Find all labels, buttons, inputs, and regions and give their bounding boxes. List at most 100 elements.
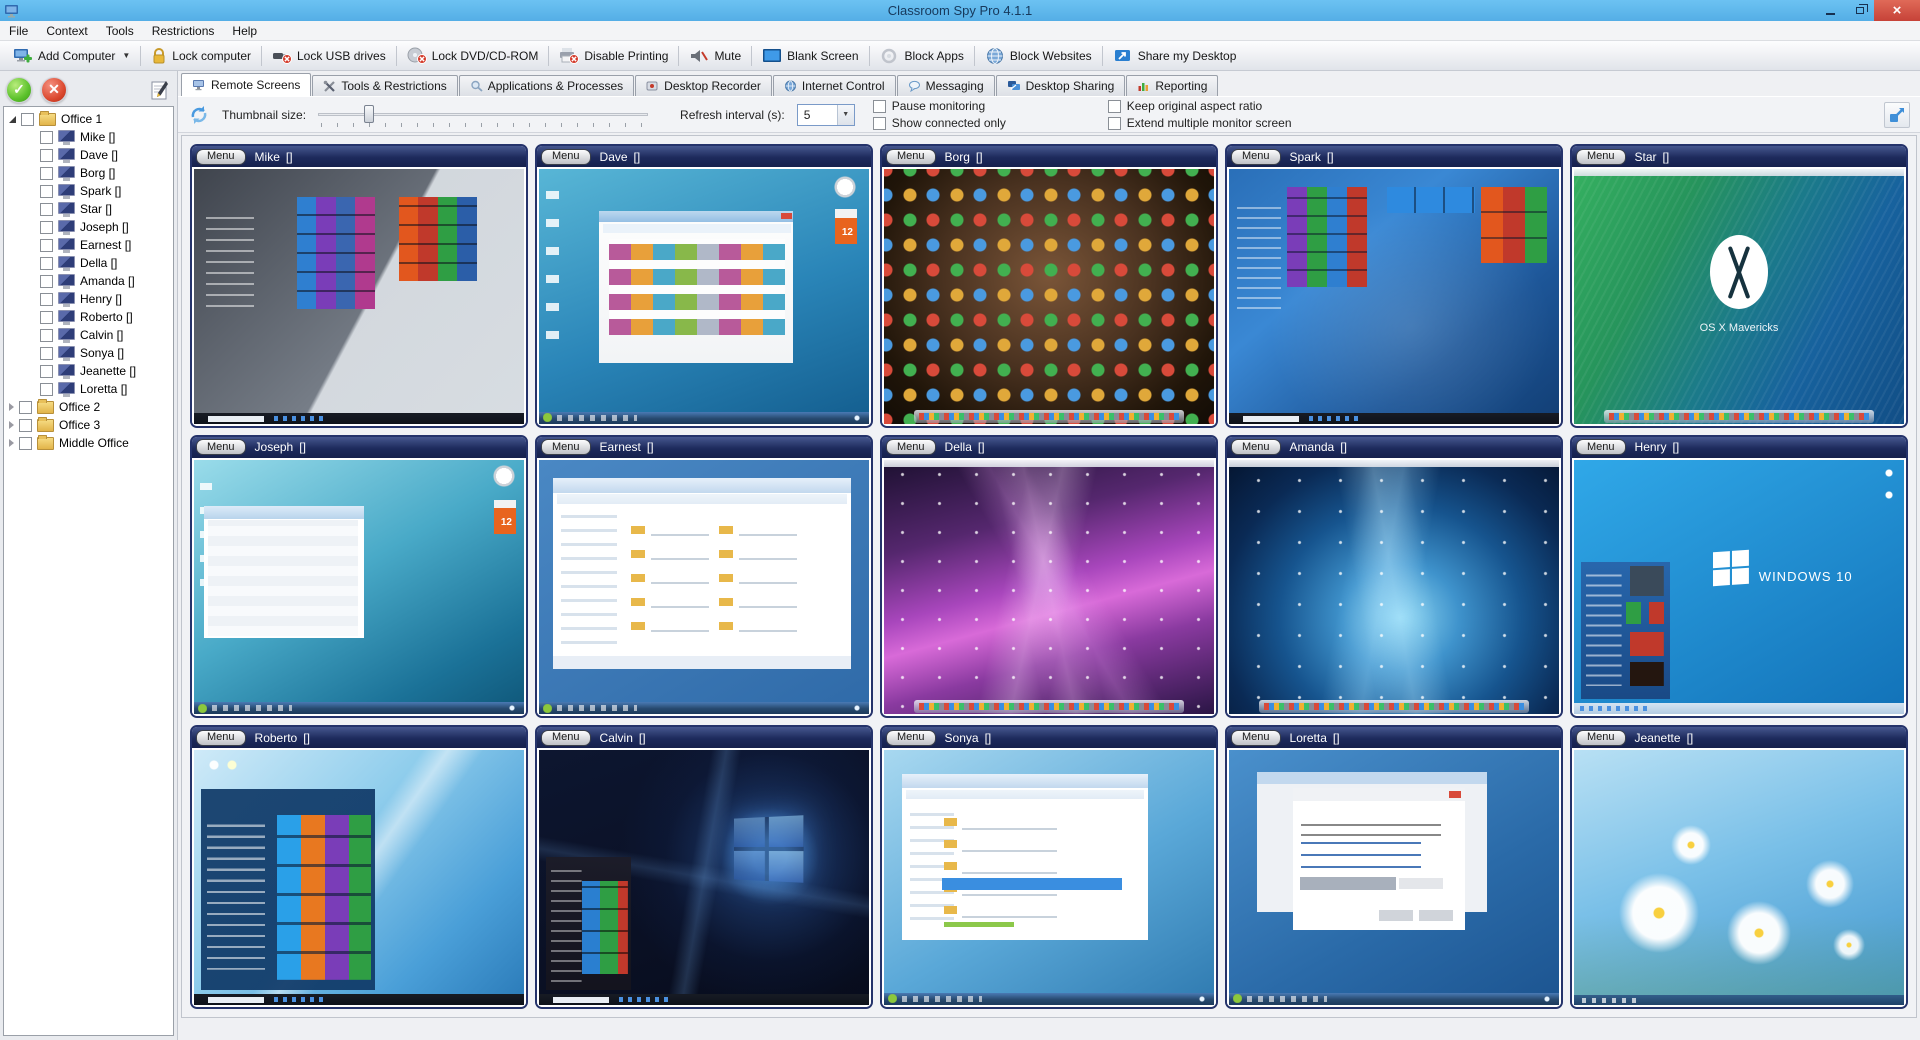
add-computer-button[interactable]: Add Computer ▼ xyxy=(4,43,139,69)
disconnect-button[interactable]: ✕ xyxy=(41,77,67,103)
menu-button[interactable]: Menu xyxy=(1231,730,1281,746)
tree-checkbox[interactable] xyxy=(40,167,53,180)
pause-monitoring-option[interactable]: Pause monitoring xyxy=(873,99,1088,113)
tree-checkbox[interactable] xyxy=(19,419,32,432)
menu-restrictions[interactable]: Restrictions xyxy=(143,21,224,40)
tree-group-office2[interactable]: Office 2 xyxy=(4,398,173,416)
edit-list-button[interactable] xyxy=(149,78,171,102)
menu-button[interactable]: Menu xyxy=(1576,149,1626,165)
restore-button[interactable] xyxy=(1845,0,1874,21)
tab-tools-restrictions[interactable]: Tools & Restrictions xyxy=(312,75,457,96)
dave-desktop-thumbnail[interactable]: 12 xyxy=(539,169,869,424)
amanda-desktop-thumbnail[interactable] xyxy=(1229,460,1559,715)
menu-button[interactable]: Menu xyxy=(886,439,936,455)
keep-aspect-ratio-option[interactable]: Keep original aspect ratio xyxy=(1108,99,1292,113)
tree-item-mike[interactable]: Mike [] xyxy=(4,128,173,146)
refresh-interval-select[interactable]: 5 ▼ xyxy=(797,104,855,126)
roberto-desktop-thumbnail[interactable] xyxy=(194,750,524,1005)
tree-checkbox[interactable] xyxy=(19,401,32,414)
tab-desktop-recorder[interactable]: Desktop Recorder xyxy=(635,75,772,96)
tree-checkbox[interactable] xyxy=(40,293,53,306)
calvin-desktop-thumbnail[interactable] xyxy=(539,750,869,1005)
tree-checkbox[interactable] xyxy=(40,203,53,216)
tree-checkbox[interactable] xyxy=(40,329,53,342)
tree-group-middle-office[interactable]: Middle Office xyxy=(4,434,173,452)
menu-button[interactable]: Menu xyxy=(886,730,936,746)
blank-screen-button[interactable]: Blank Screen xyxy=(753,43,867,69)
tree-item-amanda[interactable]: Amanda [] xyxy=(4,272,173,290)
tree-checkbox[interactable] xyxy=(40,347,53,360)
menu-button[interactable]: Menu xyxy=(886,149,936,165)
jeanette-desktop-thumbnail[interactable] xyxy=(1574,750,1904,1005)
expander-closed-icon[interactable] xyxy=(9,421,14,429)
della-desktop-thumbnail[interactable] xyxy=(884,460,1214,715)
checkbox[interactable] xyxy=(1108,117,1121,130)
menu-tools[interactable]: Tools xyxy=(97,21,143,40)
menu-button[interactable]: Menu xyxy=(541,149,591,165)
menu-help[interactable]: Help xyxy=(223,21,266,40)
tab-desktop-sharing[interactable]: Desktop Sharing xyxy=(996,75,1126,96)
show-connected-only-option[interactable]: Show connected only xyxy=(873,116,1088,130)
tree-checkbox[interactable] xyxy=(40,275,53,288)
tab-internet-control[interactable]: Internet Control xyxy=(773,75,896,96)
tree-item-loretta[interactable]: Loretta [] xyxy=(4,380,173,398)
tree-group-office3[interactable]: Office 3 xyxy=(4,416,173,434)
disable-printing-button[interactable]: Disable Printing xyxy=(550,43,677,69)
menu-file[interactable]: File xyxy=(0,21,37,40)
minimize-button[interactable] xyxy=(1816,0,1845,21)
tree-checkbox[interactable] xyxy=(21,113,34,126)
expander-open-icon[interactable] xyxy=(9,116,16,123)
joseph-desktop-thumbnail[interactable]: 12 xyxy=(194,460,524,715)
slider-thumb[interactable] xyxy=(364,105,374,123)
tab-reporting[interactable]: Reporting xyxy=(1126,75,1218,96)
tree-item-calvin[interactable]: Calvin [] xyxy=(4,326,173,344)
menu-button[interactable]: Menu xyxy=(196,439,246,455)
tree-checkbox[interactable] xyxy=(40,311,53,324)
checkbox[interactable] xyxy=(873,100,886,113)
menu-button[interactable]: Menu xyxy=(541,439,591,455)
menu-button[interactable]: Menu xyxy=(196,149,246,165)
tree-checkbox[interactable] xyxy=(40,383,53,396)
menu-button[interactable]: Menu xyxy=(1576,730,1626,746)
tree-checkbox[interactable] xyxy=(40,365,53,378)
tab-remote-screens[interactable]: Remote Screens xyxy=(181,73,311,96)
tree-item-borg[interactable]: Borg [] xyxy=(4,164,173,182)
mute-button[interactable]: Mute xyxy=(680,43,750,69)
tab-messaging[interactable]: Messaging xyxy=(897,75,995,96)
tree-checkbox[interactable] xyxy=(40,131,53,144)
menu-context[interactable]: Context xyxy=(37,21,96,40)
loretta-desktop-thumbnail[interactable] xyxy=(1229,750,1559,1005)
earnest-desktop-thumbnail[interactable] xyxy=(539,460,869,715)
tree-item-dave[interactable]: Dave [] xyxy=(4,146,173,164)
tree-checkbox[interactable] xyxy=(40,221,53,234)
henry-desktop-thumbnail[interactable]: WINDOWS 10 xyxy=(1574,460,1904,715)
share-desktop-button[interactable]: Share my Desktop xyxy=(1104,43,1246,69)
thumbnail-size-slider[interactable] xyxy=(318,103,648,127)
menu-button[interactable]: Menu xyxy=(541,730,591,746)
menu-button[interactable]: Menu xyxy=(1231,439,1281,455)
spark-desktop-thumbnail[interactable] xyxy=(1229,169,1559,424)
menu-button[interactable]: Menu xyxy=(196,730,246,746)
connect-button[interactable]: ✓ xyxy=(6,77,32,103)
sonya-desktop-thumbnail[interactable] xyxy=(884,750,1214,1005)
tree-item-earnest[interactable]: Earnest [] xyxy=(4,236,173,254)
tree-checkbox[interactable] xyxy=(40,257,53,270)
checkbox[interactable] xyxy=(1108,100,1121,113)
tree-item-spark[interactable]: Spark [] xyxy=(4,182,173,200)
lock-dvd-button[interactable]: Lock DVD/CD-ROM xyxy=(398,43,548,69)
tree-item-henry[interactable]: Henry [] xyxy=(4,290,173,308)
tree-item-della[interactable]: Della [] xyxy=(4,254,173,272)
tree-checkbox[interactable] xyxy=(40,185,53,198)
tree-item-roberto[interactable]: Roberto [] xyxy=(4,308,173,326)
extend-monitor-option[interactable]: Extend multiple monitor screen xyxy=(1108,116,1292,130)
close-button[interactable]: × xyxy=(1874,0,1920,21)
expander-closed-icon[interactable] xyxy=(9,439,14,447)
tree-item-star[interactable]: Star [] xyxy=(4,200,173,218)
tree-checkbox[interactable] xyxy=(40,239,53,252)
menu-button[interactable]: Menu xyxy=(1231,149,1281,165)
tree-checkbox[interactable] xyxy=(19,437,32,450)
lock-usb-button[interactable]: Lock USB drives xyxy=(263,43,395,69)
tree-item-jeanette[interactable]: Jeanette [] xyxy=(4,362,173,380)
block-apps-button[interactable]: Block Apps xyxy=(871,43,973,69)
tree-item-sonya[interactable]: Sonya [] xyxy=(4,344,173,362)
